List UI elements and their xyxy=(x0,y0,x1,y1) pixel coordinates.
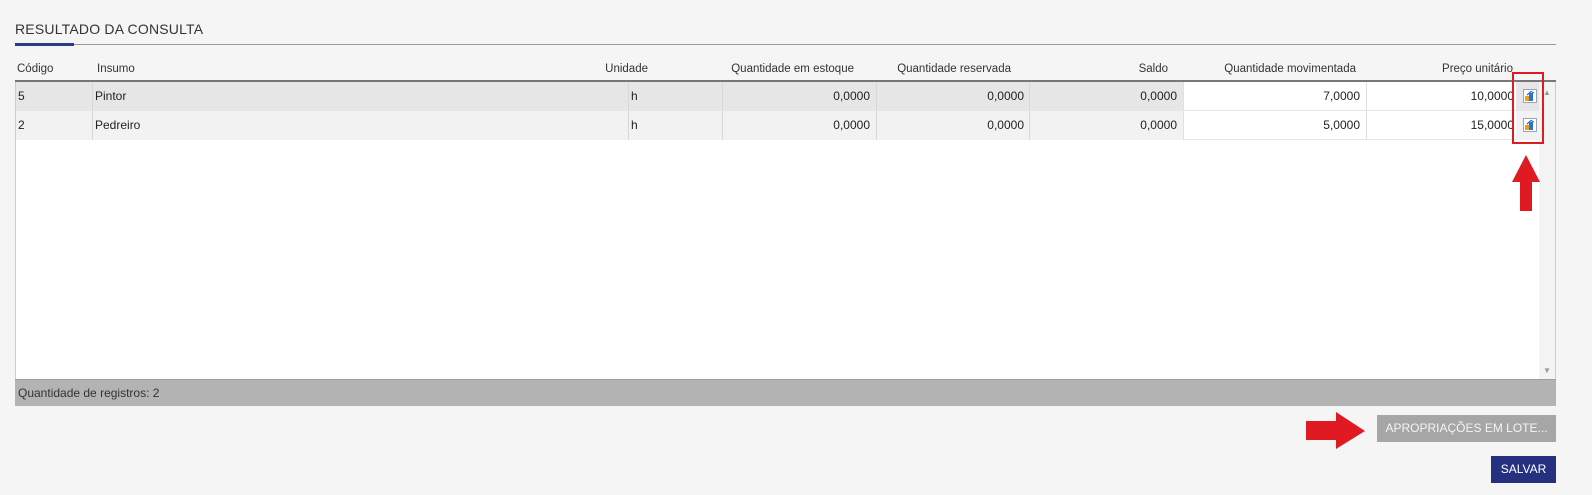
column-header-saldo[interactable]: Saldo xyxy=(1100,63,1168,75)
preco-unitario-input[interactable]: 15,0000 xyxy=(1366,111,1516,140)
cell-qtd-reservada: 0,0000 xyxy=(876,82,1030,111)
apropriacoes-em-lote-button[interactable]: APROPRIAÇÕES EM LOTE... xyxy=(1377,415,1556,442)
section-title-underline xyxy=(15,44,1556,45)
column-header-insumo[interactable]: Insumo xyxy=(97,63,135,75)
cell-qtd-reservada: 0,0000 xyxy=(876,111,1030,140)
cell-unidade: h xyxy=(628,111,722,140)
scroll-up-icon[interactable]: ▲ xyxy=(1543,88,1551,97)
cell-qtd-estoque: 0,0000 xyxy=(722,82,876,111)
cell-saldo: 0,0000 xyxy=(1029,111,1183,140)
cell-unidade: h xyxy=(628,82,722,111)
cell-codigo: 2 xyxy=(18,118,25,132)
annotation-arrow-up-icon xyxy=(1512,155,1540,211)
annotation-arrow-right-icon xyxy=(1306,412,1365,449)
column-header-preco-unitario[interactable]: Preço unitário xyxy=(1400,63,1513,75)
cell-saldo: 0,0000 xyxy=(1029,82,1183,111)
results-grid: 5 Pintor h 0,0000 0,0000 0,0000 7,0000 1… xyxy=(15,82,1556,379)
annotation-highlight-box xyxy=(1512,72,1544,144)
preco-unitario-input[interactable]: 10,0000 xyxy=(1366,82,1516,111)
table-row[interactable]: 5 Pintor h 0,0000 0,0000 0,0000 7,0000 1… xyxy=(16,82,1540,111)
cell-codigo: 5 xyxy=(18,89,25,103)
section-title: RESULTADO DA CONSULTA xyxy=(15,21,204,37)
column-header-qtd-reservada[interactable]: Quantidade reservada xyxy=(870,63,1011,75)
scroll-down-icon[interactable]: ▼ xyxy=(1543,366,1551,375)
column-header-qtd-estoque[interactable]: Quantidade em estoque xyxy=(700,63,854,75)
column-header-qtd-movimentada[interactable]: Quantidade movimentada xyxy=(1190,63,1356,75)
column-header-unidade[interactable]: Unidade xyxy=(580,63,648,75)
grid-footer: Quantidade de registros: 2 xyxy=(15,379,1556,406)
column-header-codigo[interactable]: Código xyxy=(17,63,53,75)
table-row[interactable]: 2 Pedreiro h 0,0000 0,0000 0,0000 5,0000… xyxy=(16,111,1540,140)
cell-insumo: Pedreiro xyxy=(92,111,628,140)
save-button[interactable]: SALVAR xyxy=(1491,456,1556,483)
cell-qtd-estoque: 0,0000 xyxy=(722,111,876,140)
qtd-movimentada-input[interactable]: 5,0000 xyxy=(1183,111,1366,140)
record-count: Quantidade de registros: 2 xyxy=(18,386,160,400)
cell-insumo: Pintor xyxy=(92,82,628,111)
qtd-movimentada-input[interactable]: 7,0000 xyxy=(1183,82,1366,111)
section-title-accent xyxy=(15,43,74,46)
